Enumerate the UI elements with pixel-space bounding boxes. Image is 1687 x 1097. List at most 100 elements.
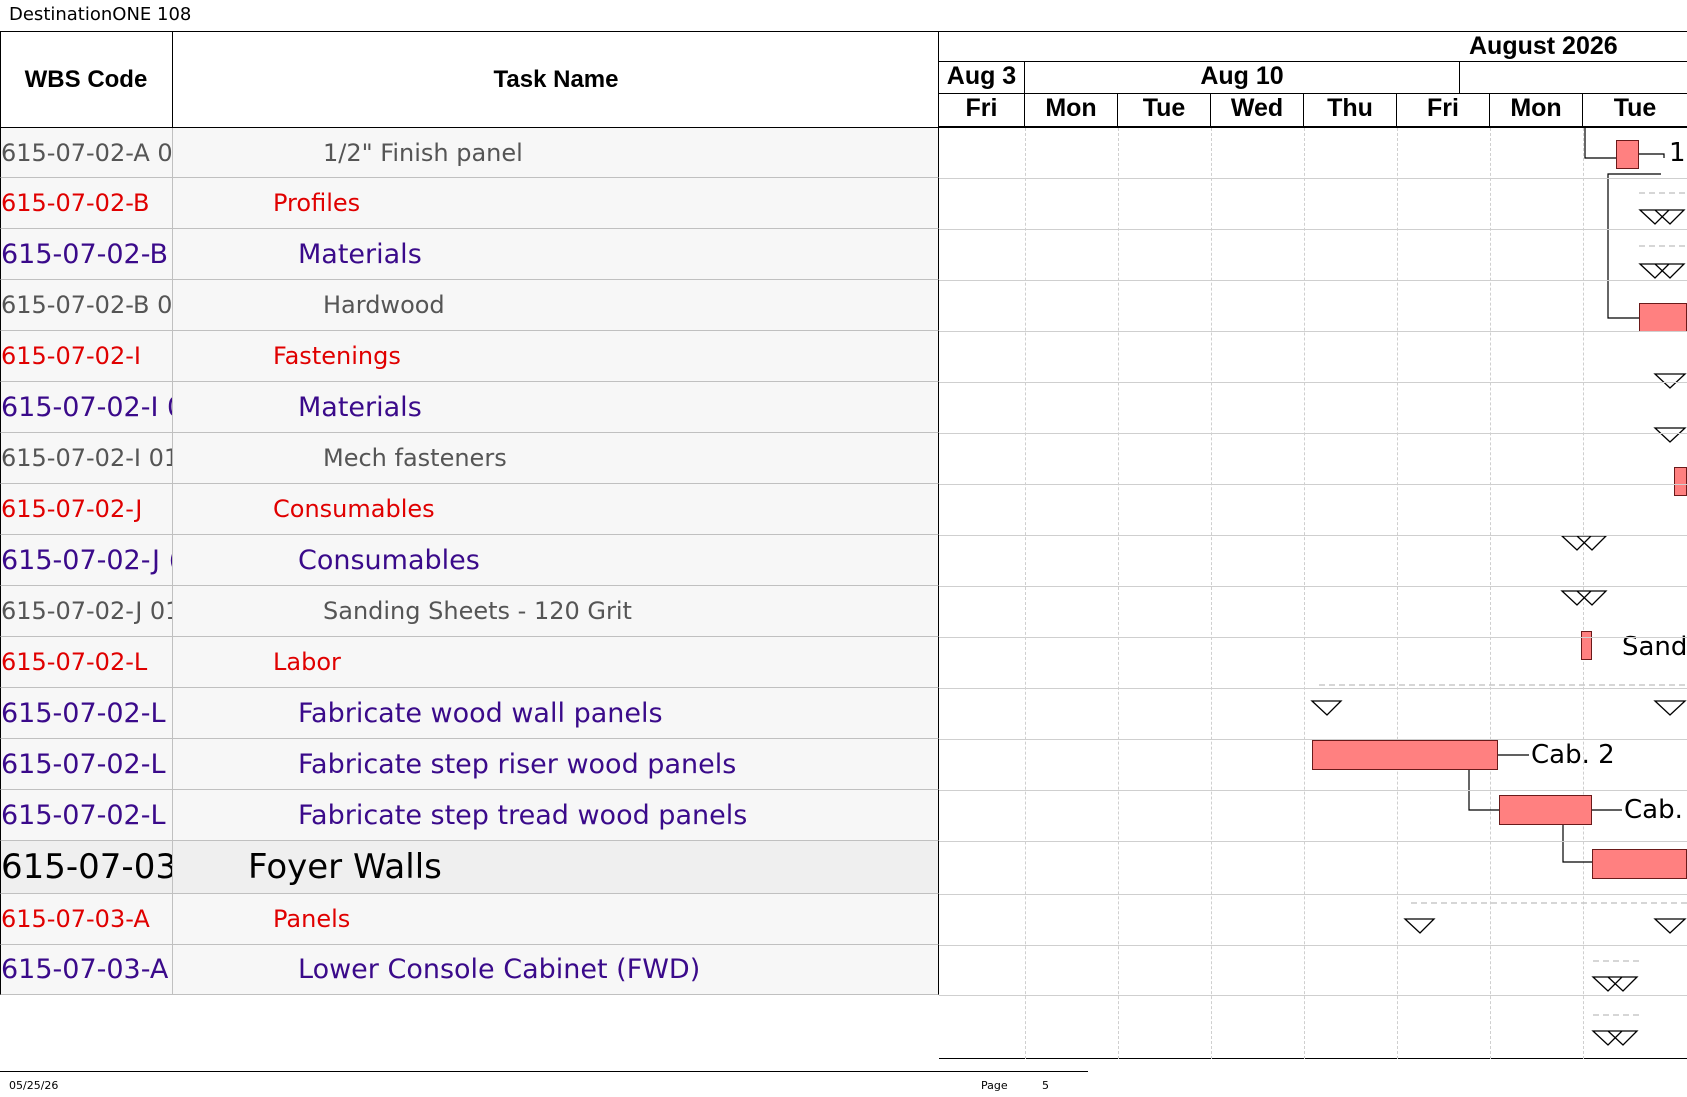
- wbs-code-cell: 615-07-03-A (: [1, 945, 173, 994]
- timescale-week-aug17: [1460, 62, 1687, 94]
- table-row[interactable]: 615-07-02-L ( Fabricate step tread wood p…: [0, 790, 939, 841]
- timescale-week-aug10: Aug 10: [1025, 62, 1460, 94]
- task-name: Sanding Sheets - 120 Grit: [323, 597, 632, 625]
- gantt-chart-area[interactable]: 1, Sandi Cab. 2 Cab.: [939, 128, 1687, 1059]
- day-label: Fri: [965, 94, 998, 122]
- table-row[interactable]: 615-07-02-I Fastenings: [0, 331, 939, 382]
- task-name-cell: 1/2" Finish panel: [174, 128, 939, 177]
- summary-marker: [1591, 976, 1639, 992]
- footer-date: 05/25/26: [9, 1079, 59, 1092]
- table-row[interactable]: 615-07-02-L (Fabricate wood wall panels: [0, 688, 939, 739]
- table-row[interactable]: 615-07-03-A Panels: [0, 894, 939, 945]
- gridline-row: [939, 331, 1687, 332]
- task-name: Fastenings: [273, 342, 401, 370]
- summary-marker: [1638, 263, 1686, 279]
- summary-marker: [1653, 427, 1687, 443]
- task-name-cell: Labor: [174, 637, 939, 687]
- timescale-day: Mon: [1025, 94, 1118, 128]
- timescale-month-label: August 2026: [1469, 32, 1618, 60]
- task-name: Lower Console Cabinet (FWD): [298, 954, 701, 985]
- task-bar[interactable]: [1499, 795, 1592, 825]
- summary-marker: [1560, 590, 1608, 606]
- footer-rule: [0, 1071, 1088, 1072]
- wbs-code-cell: 615-07-02-J (: [1, 535, 173, 585]
- task-name: Labor: [273, 648, 341, 676]
- table-row[interactable]: 615-07-03 Foyer Walls: [0, 841, 939, 894]
- task-name: Fabricate step tread wood panels: [298, 799, 748, 831]
- summary-marker: [1653, 373, 1687, 389]
- table-row[interactable]: 615-07-02-B 0 Hardwood: [0, 280, 939, 331]
- gridline-row: [939, 229, 1687, 230]
- task-name: Fabricate wood wall panels: [298, 697, 663, 729]
- task-name-cell: Fabricate step tread wood panels: [174, 790, 939, 840]
- timescale-day: Tue: [1118, 94, 1211, 128]
- task-name-cell: Fastenings: [174, 331, 939, 381]
- gridline-row: [939, 894, 1687, 895]
- task-bar[interactable]: [1639, 303, 1687, 332]
- timescale-month: August 2026: [939, 31, 1687, 62]
- summary-marker: [1403, 918, 1436, 934]
- column-header-wbs[interactable]: WBS Code: [0, 31, 173, 128]
- task-name: Consumables: [298, 544, 480, 576]
- table-row[interactable]: 615-07-02-J ( Consumables: [0, 535, 939, 586]
- day-label: Mon: [1045, 94, 1097, 122]
- timescale-header: August 2026 Aug 3 Aug 10 Fri Mon Tue Wed…: [939, 31, 1687, 128]
- gridline-row: [939, 739, 1687, 740]
- task-bar-label: 1,: [1669, 138, 1687, 168]
- table-row[interactable]: 615-07-02-L (Fabricate step riser wood p…: [0, 739, 939, 790]
- day-label: Thu: [1327, 94, 1373, 122]
- wbs-code-cell: 615-07-02-B (: [1, 229, 173, 279]
- task-name-cell: Foyer Walls: [174, 841, 939, 893]
- table-row[interactable]: 615-07-02-I 01 Mech fasteners: [0, 433, 939, 484]
- wbs-code-cell: 615-07-02-I 01: [1, 433, 173, 483]
- wbs-code-cell: 615-07-02-I: [1, 331, 173, 381]
- wbs-code-cell: 615-07-02-J 01: [1, 586, 173, 636]
- task-bar-label: Cab. 2: [1531, 740, 1615, 770]
- task-bar[interactable]: [1674, 467, 1687, 496]
- wbs-code-cell: 615-07-02-J: [1, 484, 173, 534]
- wbs-code-cell: 615-07-02-I 0: [1, 382, 173, 432]
- task-name-cell: Lower Console Cabinet (FWD): [174, 945, 939, 994]
- table-row[interactable]: 615-07-02-J Consumables: [0, 484, 939, 535]
- day-label: Tue: [1142, 94, 1186, 122]
- wbs-code-cell: 615-07-02-A 0: [1, 128, 173, 177]
- gridline-row: [939, 790, 1687, 791]
- task-bar[interactable]: [1312, 740, 1498, 770]
- task-bar-label: Cab.: [1624, 795, 1683, 825]
- task-name-cell: Mech fasteners: [174, 433, 939, 483]
- table-row[interactable]: 615-07-02-B Profiles: [0, 178, 939, 229]
- task-name: Foyer Walls: [248, 847, 442, 887]
- task-name-cell: Fabricate step riser wood panels: [174, 739, 939, 789]
- summary-marker: [1653, 700, 1687, 716]
- table-row[interactable]: 615-07-03-A ( Lower Console Cabinet (FWD): [0, 945, 939, 995]
- gridline-row: [939, 535, 1687, 536]
- summary-marker: [1310, 700, 1343, 716]
- task-bar[interactable]: [1581, 631, 1592, 660]
- timescale-day: Tue: [1583, 94, 1687, 128]
- task-name: Hardwood: [323, 291, 445, 319]
- wbs-code-cell: 615-07-03-A: [1, 894, 173, 944]
- table-row[interactable]: 615-07-02-L Labor: [0, 637, 939, 688]
- task-name: 1/2" Finish panel: [323, 138, 523, 167]
- column-header-task-name[interactable]: Task Name: [173, 31, 939, 128]
- gridline-row: [939, 688, 1687, 689]
- table-row[interactable]: 615-07-02-I 0 Materials: [0, 382, 939, 433]
- task-bar[interactable]: [1592, 849, 1687, 879]
- task-name-cell: Profiles: [174, 178, 939, 228]
- gridline-row: [939, 945, 1687, 946]
- table-row[interactable]: 615-07-02-J 01 Sanding Sheets - 120 Grit: [0, 586, 939, 637]
- table-row[interactable]: 615-07-02-B (Materials: [0, 229, 939, 280]
- table-row[interactable]: 615-07-02-A 0 1/2" Finish panel: [0, 128, 939, 178]
- task-bar[interactable]: [1616, 140, 1639, 169]
- task-name: Mech fasteners: [323, 444, 507, 472]
- wbs-code-cell: 615-07-02-L: [1, 637, 173, 687]
- task-name: Profiles: [273, 189, 361, 217]
- wbs-code-cell: 615-07-02-L (: [1, 790, 173, 840]
- footer-page-number: 5: [1042, 1079, 1049, 1092]
- gridline-row: [939, 637, 1687, 638]
- wbs-code-cell: 615-07-02-B 0: [1, 280, 173, 330]
- summary-marker: [1560, 535, 1608, 551]
- dependency-link: [1562, 825, 1592, 863]
- task-name: Panels: [273, 905, 351, 933]
- task-name-cell: Sanding Sheets - 120 Grit: [174, 586, 939, 636]
